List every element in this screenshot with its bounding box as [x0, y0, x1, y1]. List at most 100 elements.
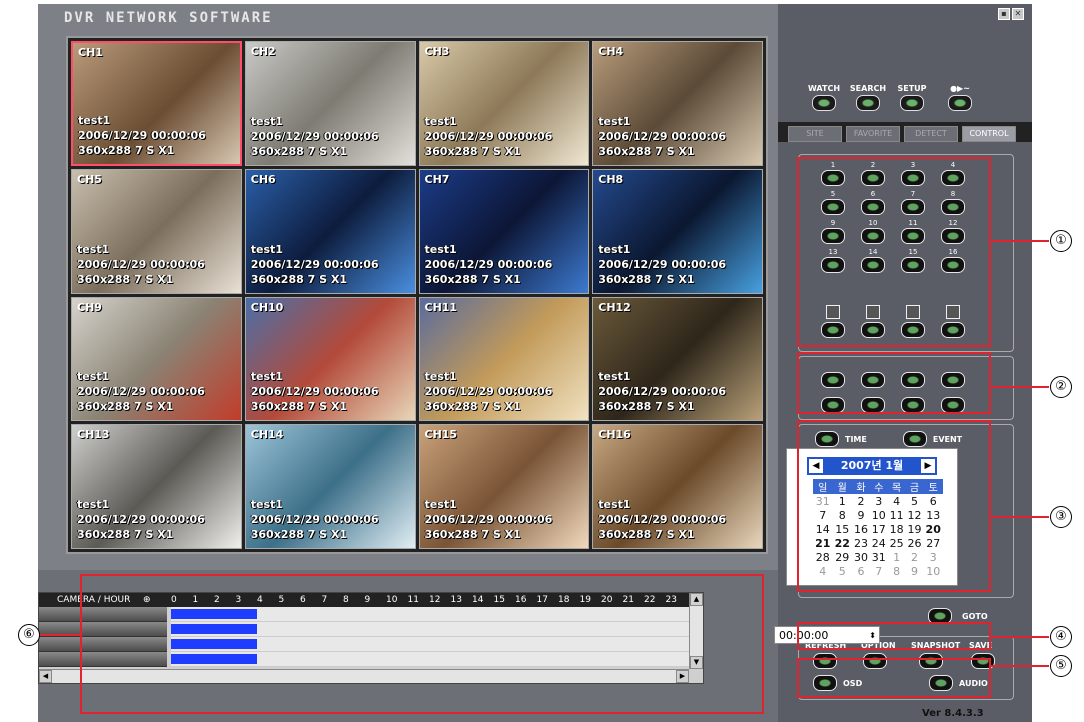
camera-name: test1 — [598, 498, 631, 511]
callout-5: ⑤ — [1050, 655, 1072, 677]
callout-box-6 — [80, 574, 764, 714]
search-button[interactable]: SEARCH — [848, 84, 888, 111]
timestamp: 2006/12/29 00:00:06 — [77, 513, 205, 526]
timestamp: 2006/12/29 00:00:06 — [77, 257, 205, 271]
callout-box-1 — [797, 157, 991, 347]
stream-info: 360x288 7 S X1 — [250, 400, 347, 414]
stream-info: 360x288 7 S X1 — [598, 144, 695, 158]
camera-tile[interactable]: CH14 test1 2006/12/29 00:00:06 360x288 7 S … — [244, 424, 416, 549]
channel-overlay: test1 2006/12/29 00:00:06 360x288 7 S X1 — [251, 497, 379, 542]
channel-overlay: test1 2006/12/29 00:00:06 360x288 7 S X1 — [77, 369, 205, 414]
channel-overlay: test1 2006/12/29 00:00:06 360x288 7 S X1 — [598, 369, 726, 414]
stream-info: 360x288 7 S X1 — [77, 528, 174, 541]
exit-button[interactable]: ●▶~ — [940, 84, 980, 111]
channel-overlay: test1 2006/12/29 00:00:06 360x288 7 S X1 — [425, 369, 553, 414]
timestamp: 2006/12/29 00:00:06 — [598, 385, 727, 399]
window-controls: ▪ ✕ — [998, 8, 1024, 20]
camera-name: test1 — [77, 498, 110, 511]
camera-name: test1 — [424, 114, 457, 128]
camera-tile[interactable]: CH11 test1 2006/12/29 00:00:06 360x288 7 S … — [418, 296, 590, 422]
stream-info: 360x288 7 S X1 — [250, 144, 347, 158]
camera-tile[interactable]: CH9 test1 2006/12/29 00:00:06 360x288 7 S X… — [71, 296, 242, 422]
timestamp: 2006/12/29 00:00:06 — [424, 513, 553, 526]
setup-button[interactable]: SETUP — [892, 84, 932, 111]
camera-name: test1 — [78, 113, 111, 127]
stream-info: 360x288 7 S X1 — [424, 144, 521, 158]
camera-tile[interactable]: CH8 test1 2006/12/29 00:00:06 360x288 7 S X… — [592, 168, 763, 294]
tab-site[interactable]: SITE — [788, 126, 842, 142]
channel-overlay: test1 2006/12/29 00:00:06 360x288 7 S X1 — [77, 242, 205, 287]
channel-label: CH6 — [250, 172, 276, 186]
channel-overlay: test1 2006/12/29 00:00:06 360x288 7 S X1 — [425, 242, 553, 287]
minimize-button[interactable]: ▪ — [998, 8, 1010, 20]
camera-tile[interactable]: CH12 test1 2006/12/29 00:00:06 360x288 7 S … — [592, 296, 763, 422]
timestamp: 2006/12/29 00:00:06 — [424, 257, 553, 271]
watch-button[interactable]: WATCH — [804, 84, 844, 111]
camera-name: test1 — [250, 498, 283, 511]
camera-tile[interactable]: CH10 test1 2006/12/29 00:00:06 360x288 7 S … — [244, 296, 416, 422]
camera-tile[interactable]: CH2 test1 2006/12/29 00:00:06 360x288 7 S X… — [244, 41, 416, 166]
tab-control[interactable]: CONTROL — [962, 126, 1016, 142]
stream-info: 360x288 7 S X1 — [250, 272, 347, 286]
callout-1: ① — [1050, 230, 1072, 252]
channel-label: CH11 — [424, 300, 458, 314]
camera-name: test1 — [598, 242, 631, 256]
timestamp: 2006/12/29 00:00:06 — [250, 513, 379, 526]
channel-overlay: test1 2006/12/29 00:00:06 360x288 7 S X1 — [78, 113, 206, 158]
channel-overlay: test1 2006/12/29 00:00:06 360x288 7 S X1 — [251, 114, 379, 159]
stream-info: 360x288 7 S X1 — [424, 400, 521, 414]
callout-6: ⑥ — [18, 624, 40, 646]
camera-name: test1 — [424, 242, 457, 256]
channel-label: CH10 — [250, 300, 284, 314]
stream-info: 360x288 7 S X1 — [78, 143, 175, 157]
callout-box-4 — [797, 622, 991, 650]
channel-label: CH13 — [77, 428, 110, 442]
timestamp: 2006/12/29 00:00:06 — [250, 385, 379, 399]
camera-tile[interactable]: CH15 test1 2006/12/29 00:00:06 360x288 7 S … — [418, 424, 590, 549]
callout-2: ② — [1050, 376, 1072, 398]
timestamp: 2006/12/29 00:00:06 — [78, 128, 206, 142]
channel-label: CH1 — [78, 46, 103, 59]
camera-name: test1 — [77, 242, 110, 256]
goto-label: GOTO — [962, 612, 988, 621]
camera-tile[interactable]: CH5 test1 2006/12/29 00:00:06 360x288 7 S X… — [71, 168, 242, 294]
camera-tile[interactable]: CH1 test1 2006/12/29 00:00:06 360x288 7 S X… — [71, 41, 242, 166]
camera-name: test1 — [598, 114, 631, 128]
stream-info: 360x288 7 S X1 — [598, 528, 695, 541]
tab-detect[interactable]: DETECT — [904, 126, 958, 142]
timestamp: 2006/12/29 00:00:06 — [77, 385, 205, 399]
camera-tile[interactable]: CH16 test1 2006/12/29 00:00:06 360x288 7 S … — [592, 424, 763, 549]
camera-tile[interactable]: CH13 test1 2006/12/29 00:00:06 360x288 7 S … — [71, 424, 242, 549]
timestamp: 2006/12/29 00:00:06 — [424, 385, 553, 399]
tab-favorite[interactable]: FAVORITE — [846, 126, 900, 142]
channel-overlay: test1 2006/12/29 00:00:06 360x288 7 S X1 — [251, 369, 379, 414]
stream-info: 360x288 7 S X1 — [598, 272, 695, 286]
channel-overlay: test1 2006/12/29 00:00:06 360x288 7 S X1 — [598, 114, 726, 159]
timestamp: 2006/12/29 00:00:06 — [598, 513, 727, 526]
timestamp: 2006/12/29 00:00:06 — [598, 257, 727, 271]
camera-name: test1 — [77, 370, 110, 384]
stream-info: 360x288 7 S X1 — [77, 400, 174, 414]
close-button[interactable]: ✕ — [1012, 8, 1024, 20]
channel-label: CH2 — [250, 45, 276, 58]
camera-tile[interactable]: CH4 test1 2006/12/29 00:00:06 360x288 7 S X… — [592, 41, 763, 166]
timestamp: 2006/12/29 00:00:06 — [424, 129, 553, 143]
channel-overlay: test1 2006/12/29 00:00:06 360x288 7 S X1 — [425, 114, 553, 159]
channel-overlay: test1 2006/12/29 00:00:06 360x288 7 S X1 — [598, 242, 726, 287]
callout-box-3 — [797, 420, 991, 592]
camera-name: test1 — [250, 242, 283, 256]
camera-tile[interactable]: CH7 test1 2006/12/29 00:00:06 360x288 7 S X… — [418, 168, 590, 294]
channel-label: CH3 — [424, 45, 450, 58]
scroll-left-icon[interactable]: ◀ — [39, 670, 52, 683]
channel-overlay: test1 2006/12/29 00:00:06 360x288 7 S X1 — [77, 497, 205, 542]
channel-label: CH12 — [598, 300, 631, 314]
camera-tile[interactable]: CH6 test1 2006/12/29 00:00:06 360x288 7 S X… — [244, 168, 416, 294]
stream-info: 360x288 7 S X1 — [598, 400, 695, 414]
camera-tile[interactable]: CH3 test1 2006/12/29 00:00:06 360x288 7 S X… — [418, 41, 590, 166]
stream-info: 360x288 7 S X1 — [250, 528, 347, 541]
timestamp: 2006/12/29 00:00:06 — [250, 129, 379, 143]
channel-label: CH16 — [598, 428, 631, 442]
channel-label: CH14 — [250, 428, 284, 442]
camera-name: test1 — [424, 370, 457, 384]
channel-label: CH8 — [598, 172, 624, 186]
